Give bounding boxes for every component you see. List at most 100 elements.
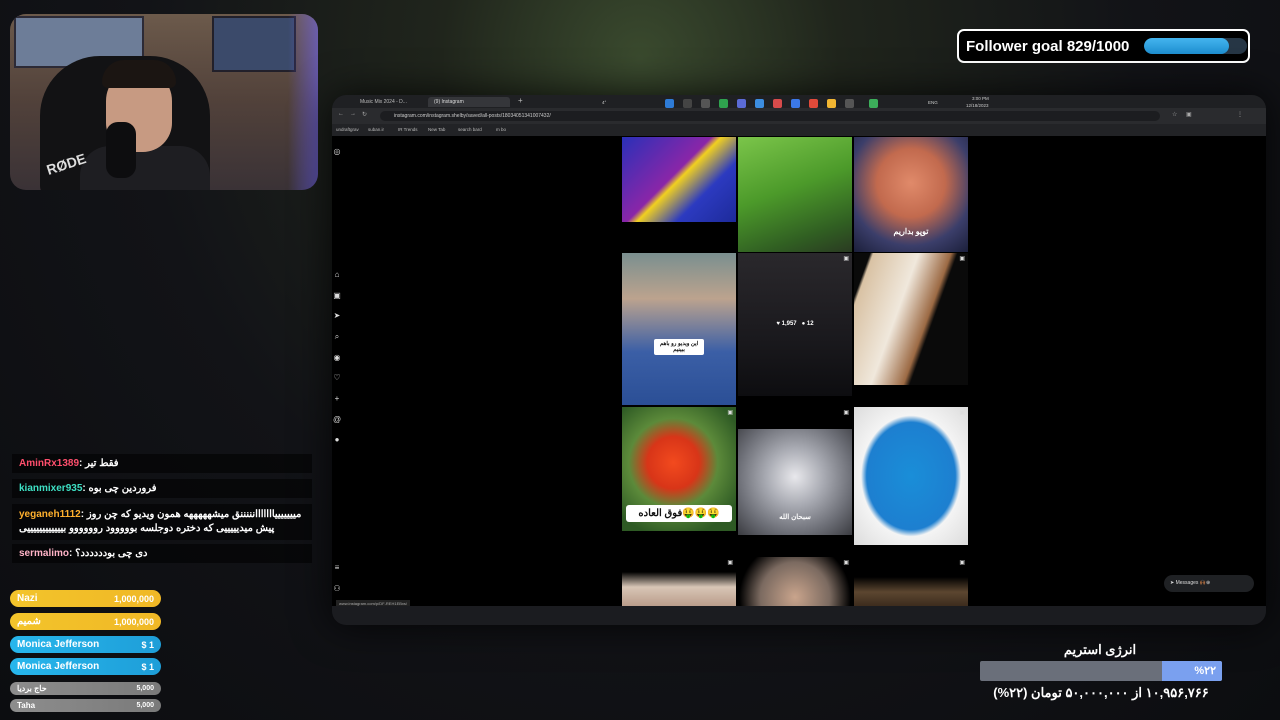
search-taskbar-icon[interactable] xyxy=(683,99,692,108)
post-grid: توپو بداریم این ویدیو رو باهم ببینیم ▣ ♥… xyxy=(622,137,969,607)
chat-message: sermalimo: دی چی بودددددد؟ xyxy=(12,544,312,563)
post-caption: این ویدیو رو باهم ببینیم xyxy=(654,339,704,355)
donor-name: Monica Jefferson xyxy=(17,661,100,672)
follower-goal-text: Follower goal 829/1000 xyxy=(966,37,1130,55)
app-icon[interactable] xyxy=(755,99,764,108)
reel-icon: ▣ xyxy=(843,410,849,416)
post-thumbnail-hovered[interactable]: ▣ ♥ 1,957 ● 12 xyxy=(738,253,852,396)
donation-amount: $ 1 xyxy=(141,639,154,650)
chat-message: AminRx1389: فقط تیر xyxy=(12,454,312,473)
menu-icon[interactable]: ⋮ xyxy=(1237,111,1243,118)
weather-widget[interactable]: 4° xyxy=(602,100,606,105)
reel-icon: ▣ xyxy=(959,560,965,566)
post-thumbnail[interactable]: این ویدیو رو باهم ببینیم xyxy=(622,253,736,405)
streamer-shirt xyxy=(80,146,210,190)
donation-entry: Monica Jefferson $ 1 xyxy=(10,658,161,675)
donor-name: Taha xyxy=(17,701,36,710)
more-menu-icon[interactable]: ≡ xyxy=(332,563,342,572)
comment-count: 12 xyxy=(806,321,814,327)
create-icon[interactable]: + xyxy=(332,394,342,403)
follower-goal-fill xyxy=(1144,38,1230,54)
captured-screen: Music Mix 2024 - D... (9) Instagram + ← … xyxy=(332,95,1266,625)
post-thumbnail[interactable]: سبحان الله xyxy=(738,429,852,535)
chat-message: yeganeh1112: میییییییااااااانننننق میشهه… xyxy=(12,504,312,540)
post-stats: ♥ 1,957 ● 12 xyxy=(776,321,814,327)
app-icon[interactable] xyxy=(869,99,878,108)
post-thumbnail[interactable]: ▣ xyxy=(854,557,968,607)
messages-button[interactable]: ➤ Messages 🙌🏾⊕ xyxy=(1164,575,1254,592)
chat-message: kianmixer935: فروردین چی بوه xyxy=(12,479,312,498)
reel-icon: ▣ xyxy=(959,256,965,262)
microphone xyxy=(106,122,136,178)
donation-amount: 5,000 xyxy=(136,685,154,692)
extensions-icon[interactable]: ▣ xyxy=(1186,111,1192,118)
notifications-icon[interactable]: ♡ xyxy=(332,373,342,382)
reels-icon[interactable]: ▣ xyxy=(332,291,342,300)
bookmark-item[interactable]: IR Trends xyxy=(398,125,418,135)
chrome-icon[interactable] xyxy=(809,99,818,108)
post-thumbnail[interactable]: ▣ فوق العاده🤑🤑🤑 xyxy=(622,407,736,531)
threads-icon[interactable]: @ xyxy=(332,415,342,424)
donor-name: Nazi xyxy=(17,593,38,604)
follower-goal-bar xyxy=(1144,38,1247,54)
post-thumbnail[interactable]: ▣ xyxy=(854,407,968,545)
donation-entry: Monica Jefferson $ 1 xyxy=(10,636,161,653)
post-thumbnail[interactable]: ▣ xyxy=(738,557,852,607)
messages-icon[interactable]: ➤ xyxy=(332,311,342,320)
post-caption: سبحان الله xyxy=(779,514,811,521)
address-bar[interactable]: instagram.com/instagram.shelby/saved/all… xyxy=(380,111,1160,121)
forward-icon[interactable]: → xyxy=(350,111,356,117)
post-thumbnail[interactable] xyxy=(622,137,736,222)
browser-tab[interactable]: Music Mix 2024 - D... xyxy=(354,97,432,107)
donor-name: شمیم xyxy=(17,616,41,627)
bookmark-item[interactable]: suban.ir xyxy=(368,125,384,135)
reel-icon: ▣ xyxy=(843,256,849,262)
browser-tab-active[interactable]: (9) Instagram xyxy=(428,97,510,107)
home-icon[interactable]: ⌂ xyxy=(332,270,342,279)
post-thumbnail[interactable]: توپو بداریم xyxy=(854,137,968,252)
app-icon[interactable] xyxy=(845,99,854,108)
new-tab-icon[interactable]: + xyxy=(518,96,523,105)
folder-icon[interactable] xyxy=(827,99,836,108)
stream-energy-bar: %۲۲ xyxy=(980,661,1222,681)
follower-goal-widget: Follower goal 829/1000 xyxy=(957,29,1250,63)
chat-text: دی چی بودددددد؟ xyxy=(75,548,148,559)
clock-time[interactable]: 3:00 PM xyxy=(972,96,989,101)
led-light xyxy=(288,14,318,190)
app-icon[interactable] xyxy=(737,99,746,108)
explore-icon[interactable]: ◉ xyxy=(332,353,342,362)
instagram-logo-icon[interactable]: ◎ xyxy=(332,147,342,156)
chat-text: فروردین چی بوه xyxy=(88,483,157,494)
wall-poster xyxy=(212,16,296,72)
reload-icon[interactable]: ↻ xyxy=(362,111,367,118)
donation-entry: حاج بردیا 5,000 xyxy=(10,682,161,695)
bookmark-item[interactable]: undraftgrav xyxy=(336,125,359,135)
reel-icon: ▣ xyxy=(727,560,733,566)
clock-date[interactable]: 12/18/2023 xyxy=(966,103,989,108)
chat-username: AminRx1389 xyxy=(19,458,80,469)
chat-username: sermalimo xyxy=(19,548,70,559)
star-icon[interactable]: ☆ xyxy=(1172,111,1177,118)
post-thumbnail[interactable]: ▣ xyxy=(622,557,736,607)
bookmark-item[interactable]: m bo xyxy=(496,125,506,135)
also-from-meta-icon[interactable]: ⚇ xyxy=(332,584,342,593)
start-icon[interactable] xyxy=(665,99,674,108)
reel-icon: ▣ xyxy=(727,410,733,416)
donation-entry: Taha 5,000 xyxy=(10,699,161,712)
streamer-hair xyxy=(102,60,176,88)
profile-icon[interactable]: ● xyxy=(332,435,342,444)
task-view-icon[interactable] xyxy=(701,99,710,108)
language-indicator[interactable]: ENG xyxy=(928,100,938,105)
app-icon[interactable] xyxy=(773,99,782,108)
app-icon[interactable] xyxy=(791,99,800,108)
donation-amount: 1,000,000 xyxy=(113,593,154,604)
bookmark-item[interactable]: New Tab xyxy=(428,125,445,135)
back-icon[interactable]: ← xyxy=(338,111,344,117)
post-thumbnail[interactable]: ▣ xyxy=(854,253,968,385)
post-thumbnail[interactable] xyxy=(738,137,852,252)
reel-icon: ▣ xyxy=(843,560,849,566)
search-icon[interactable]: ⌕ xyxy=(332,332,342,342)
app-icon[interactable] xyxy=(719,99,728,108)
donation-entry: Nazi 1,000,000 xyxy=(10,590,161,607)
bookmark-item[interactable]: search bard xyxy=(458,125,482,135)
